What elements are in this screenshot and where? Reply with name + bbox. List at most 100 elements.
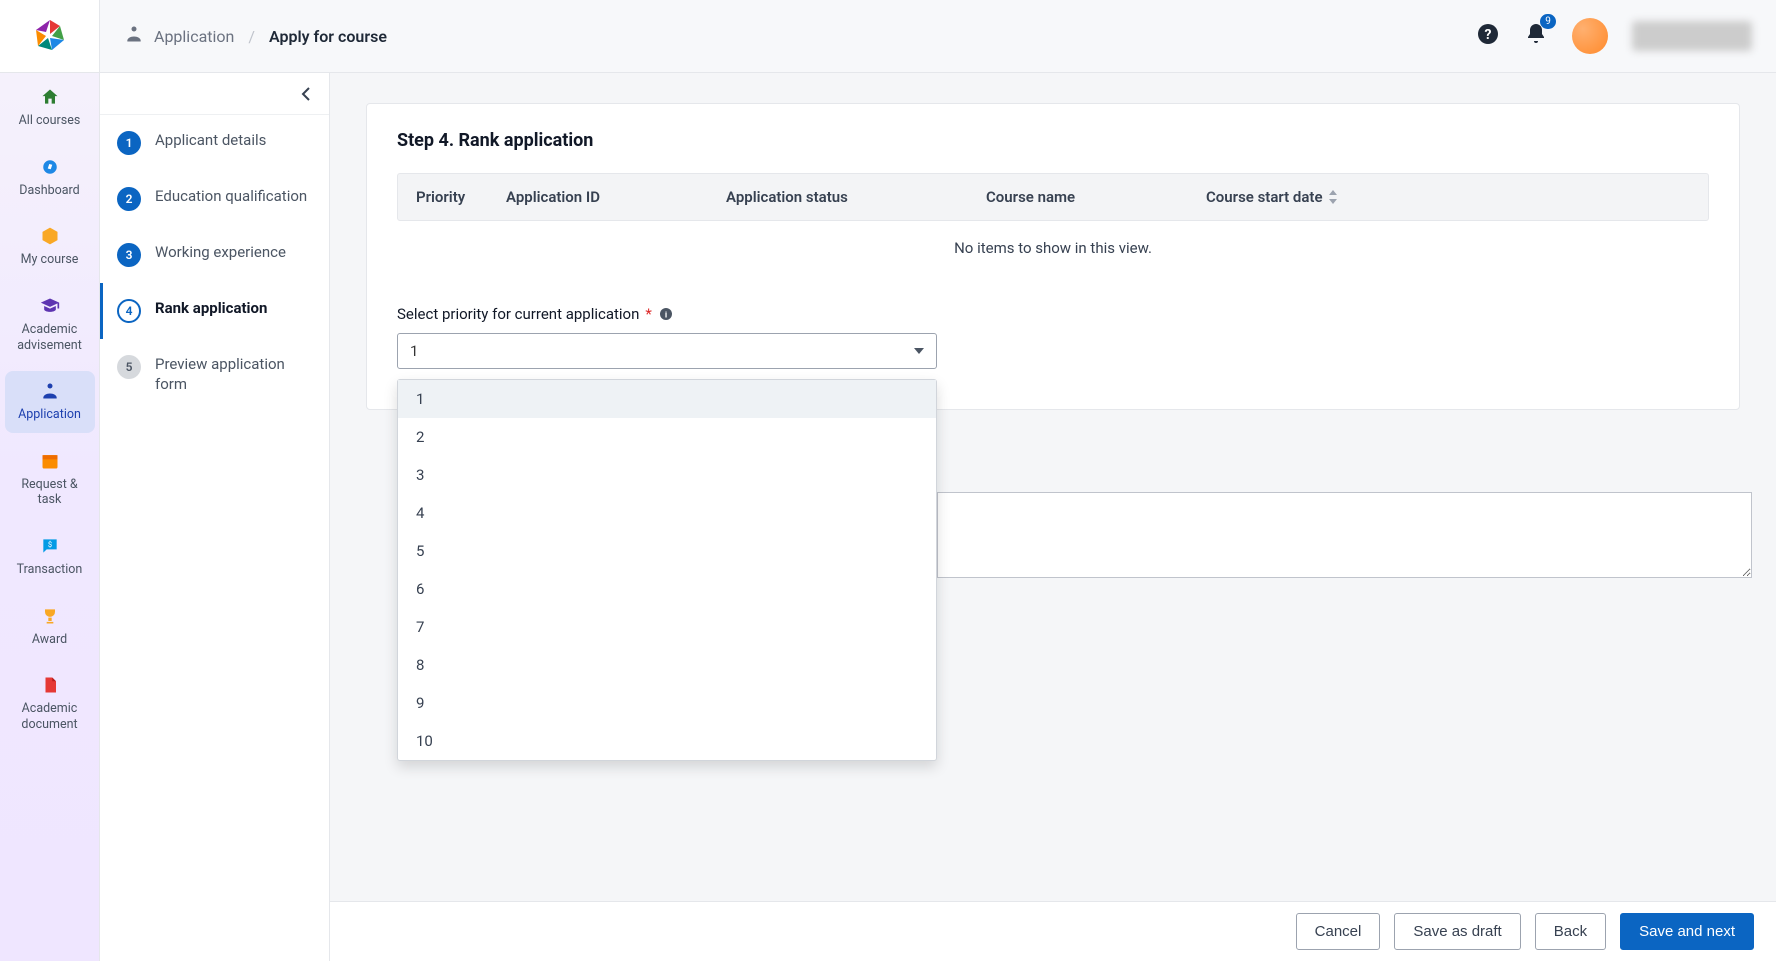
- info-icon[interactable]: i: [658, 306, 674, 322]
- topbar: Application / Apply for course ? 9: [100, 0, 1776, 73]
- caret-down-icon: [914, 348, 924, 354]
- notifications-button[interactable]: 9: [1524, 22, 1548, 50]
- footer: Cancel Save as draft Back Save and next: [330, 901, 1776, 961]
- step-working-experience[interactable]: 3 Working experience: [100, 227, 329, 283]
- sidebar-item-label: Dashboard: [19, 183, 79, 199]
- breadcrumb-separator: /: [248, 27, 255, 46]
- col-application-status: Application status: [726, 188, 986, 206]
- cancel-button[interactable]: Cancel: [1296, 913, 1381, 950]
- sidebar-item-academic-advisement[interactable]: Academic advisement: [5, 286, 95, 363]
- save-draft-button[interactable]: Save as draft: [1394, 913, 1520, 950]
- step-number: 3: [117, 243, 141, 267]
- priority-select[interactable]: 1: [397, 333, 937, 369]
- notes-textarea[interactable]: [937, 492, 1752, 578]
- back-button[interactable]: Back: [1535, 913, 1606, 950]
- home-icon: [40, 87, 60, 107]
- svg-text:$: $: [47, 540, 51, 549]
- icon-sidebar: All courses Dashboard My course Academic…: [0, 0, 100, 961]
- steps-sidebar: 1 Applicant details 2 Education qualific…: [100, 73, 330, 961]
- collapse-steps-button[interactable]: [100, 73, 329, 115]
- person-reading-icon: [40, 381, 60, 401]
- required-asterisk: *: [645, 305, 651, 323]
- sidebar-item-label: Award: [32, 632, 67, 648]
- box-icon: [40, 226, 60, 246]
- main-content: Step 4. Rank application Priority Applic…: [330, 73, 1776, 901]
- sidebar-item-transaction[interactable]: $ Transaction: [5, 526, 95, 588]
- svg-text:?: ?: [1485, 27, 1492, 43]
- calendar-icon: [40, 451, 60, 471]
- step-number: 2: [117, 187, 141, 211]
- priority-option[interactable]: 2: [398, 418, 936, 456]
- step-label: Working experience: [155, 243, 286, 263]
- sidebar-item-label: Application: [18, 407, 81, 423]
- priority-option[interactable]: 4: [398, 494, 936, 532]
- person-reading-icon: [124, 24, 144, 48]
- sidebar-item-request-task[interactable]: Request & task: [5, 441, 95, 518]
- step-preview-application-form[interactable]: 5 Preview application form: [100, 339, 329, 410]
- breadcrumb-current: Apply for course: [269, 27, 387, 46]
- sidebar-item-label: All courses: [19, 113, 81, 129]
- trophy-icon: [40, 606, 60, 626]
- chevron-left-icon: [301, 87, 311, 101]
- step-applicant-details[interactable]: 1 Applicant details: [100, 115, 329, 171]
- priority-option[interactable]: 9: [398, 684, 936, 722]
- step-label: Rank application: [155, 299, 267, 319]
- sort-icon: [1329, 190, 1339, 204]
- priority-select-wrapper: 1 12345678910: [397, 333, 937, 369]
- priority-field-label: Select priority for current application …: [397, 305, 1709, 323]
- sidebar-item-label: My course: [21, 252, 79, 268]
- step-rank-application[interactable]: 4 Rank application: [100, 283, 329, 339]
- sidebar-item-label: Transaction: [17, 562, 83, 578]
- save-next-button[interactable]: Save and next: [1620, 913, 1754, 950]
- col-course-name: Course name: [986, 188, 1206, 206]
- username-redacted: [1632, 21, 1752, 51]
- field-label-text: Select priority for current application: [397, 305, 639, 323]
- notifications-badge: 9: [1540, 14, 1556, 29]
- page-title: Step 4. Rank application: [397, 130, 1709, 151]
- step-number: 1: [117, 131, 141, 155]
- step-label: Applicant details: [155, 131, 266, 151]
- breadcrumb-section[interactable]: Application: [154, 27, 234, 46]
- col-course-start-date[interactable]: Course start date: [1206, 188, 1690, 206]
- col-priority: Priority: [416, 188, 506, 206]
- priority-selected-value: 1: [410, 342, 418, 360]
- app-logo: [0, 0, 99, 73]
- help-button[interactable]: ?: [1476, 22, 1500, 50]
- col-application-id: Application ID: [506, 188, 726, 206]
- svg-text:i: i: [665, 310, 667, 320]
- step-label: Preview application form: [155, 355, 315, 394]
- step-number: 5: [117, 355, 141, 379]
- priority-option[interactable]: 1: [398, 380, 936, 418]
- pdf-file-icon: [40, 675, 60, 695]
- sidebar-item-label: Request & task: [9, 477, 91, 508]
- priority-option[interactable]: 7: [398, 608, 936, 646]
- step-label: Education qualification: [155, 187, 307, 207]
- priority-option[interactable]: 6: [398, 570, 936, 608]
- avatar[interactable]: [1572, 18, 1608, 54]
- step-number: 4: [117, 299, 141, 323]
- help-icon: ?: [1476, 22, 1500, 46]
- priority-option[interactable]: 5: [398, 532, 936, 570]
- priority-option[interactable]: 8: [398, 646, 936, 684]
- step-education-qualification[interactable]: 2 Education qualification: [100, 171, 329, 227]
- sidebar-item-award[interactable]: Award: [5, 596, 95, 658]
- breadcrumb: Application / Apply for course: [124, 24, 387, 48]
- sidebar-item-academic-document[interactable]: Academic document: [5, 665, 95, 742]
- table-empty-message: No items to show in this view.: [397, 221, 1709, 275]
- card: Step 4. Rank application Priority Applic…: [366, 103, 1740, 410]
- topbar-right: ? 9: [1476, 18, 1752, 54]
- sidebar-item-all-courses[interactable]: All courses: [5, 77, 95, 139]
- priority-dropdown: 12345678910: [397, 379, 937, 761]
- graduation-cap-icon: [40, 296, 60, 316]
- table-header: Priority Application ID Application stat…: [397, 173, 1709, 221]
- sidebar-item-dashboard[interactable]: Dashboard: [5, 147, 95, 209]
- col-label: Course start date: [1206, 188, 1323, 206]
- priority-option[interactable]: 10: [398, 722, 936, 760]
- sidebar-item-label: Academic advisement: [9, 322, 91, 353]
- sidebar-item-label: Academic document: [9, 701, 91, 732]
- compass-icon: [40, 157, 60, 177]
- sidebar-item-my-course[interactable]: My course: [5, 216, 95, 278]
- sidebar-item-application[interactable]: Application: [5, 371, 95, 433]
- priority-option[interactable]: 3: [398, 456, 936, 494]
- chat-money-icon: $: [40, 536, 60, 556]
